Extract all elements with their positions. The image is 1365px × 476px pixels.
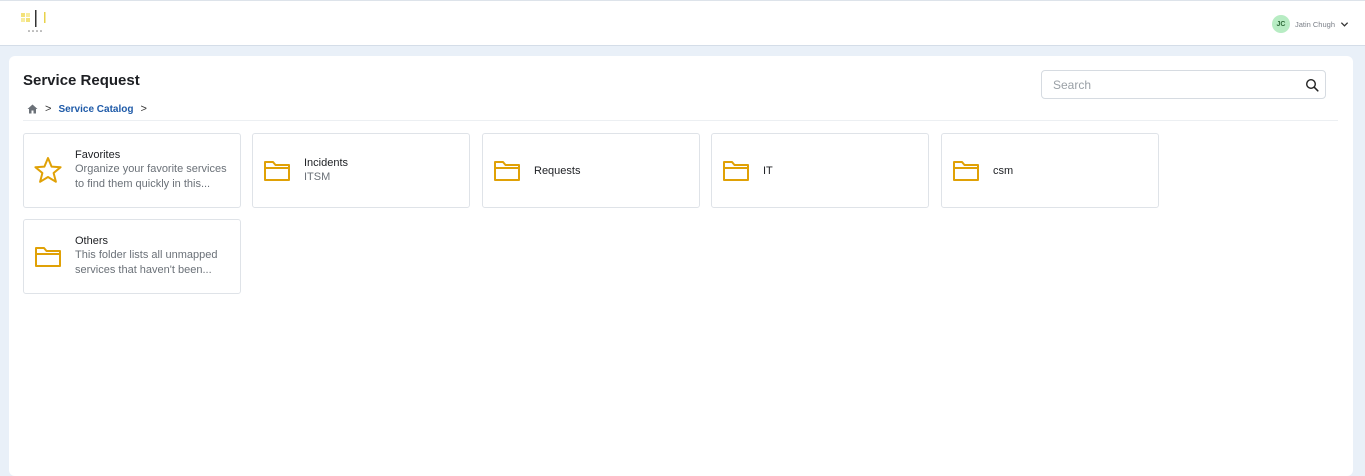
card-title: Others [75,235,109,247]
avatar: JC [1271,15,1290,33]
breadcrumb-service-catalog[interactable]: Service Catalog [58,104,133,115]
card-text: Requests [534,134,691,207]
card-incidents[interactable]: Incidents ITSM [252,133,470,208]
breadcrumb: > Service Catalog > [27,103,147,115]
card-description: This folder lists all unmapped [75,249,218,261]
folder-icon [264,161,290,181]
card-title: Requests [534,164,581,177]
card-title: Incidents [304,156,349,169]
user-name: Jatin Chugh [1294,19,1335,29]
home-icon[interactable] [27,104,38,114]
app-logo-icon[interactable] [20,9,50,35]
folder-icon [35,247,61,267]
card-title: csm [993,164,1014,177]
card-description: services that haven't been... [75,264,212,276]
card-others[interactable]: Others This folder lists all unmapped se… [23,219,241,294]
card-description: Organize your favorite services [75,163,227,175]
divider [23,120,1338,121]
card-favorites[interactable]: Favorites Organize your favorite service… [23,133,241,208]
search-icon[interactable] [1305,78,1319,92]
folder-icon [494,161,520,181]
card-it[interactable]: IT [711,133,929,208]
folder-icon [723,161,749,181]
card-csm[interactable]: csm [941,133,1159,208]
card-text: Favorites Organize your favorite service… [75,134,232,207]
top-bar: JC Jatin Chugh [0,0,1365,46]
card-title: Favorites [75,149,121,161]
card-title: IT [763,164,773,177]
search-box [1041,70,1326,99]
card-description: to find them quickly in this... [75,178,211,190]
card-text: IT [763,134,920,207]
card-text: csm [993,134,1150,207]
breadcrumb-separator: > [45,103,52,115]
page-title: Service Request [23,72,140,89]
chevron-down-icon [1340,21,1349,27]
user-menu[interactable]: JC Jatin Chugh [1271,15,1349,33]
main-panel: Service Request > Service Catalog > Favo… [9,56,1353,476]
card-description: ITSM [304,170,331,183]
card-requests[interactable]: Requests [482,133,700,208]
card-text: Others This folder lists all unmapped se… [75,220,232,293]
star-icon [34,157,62,183]
breadcrumb-separator: > [140,103,147,115]
card-text: Incidents ITSM [304,134,461,207]
folder-icon [953,161,979,181]
search-input[interactable] [1053,77,1293,92]
